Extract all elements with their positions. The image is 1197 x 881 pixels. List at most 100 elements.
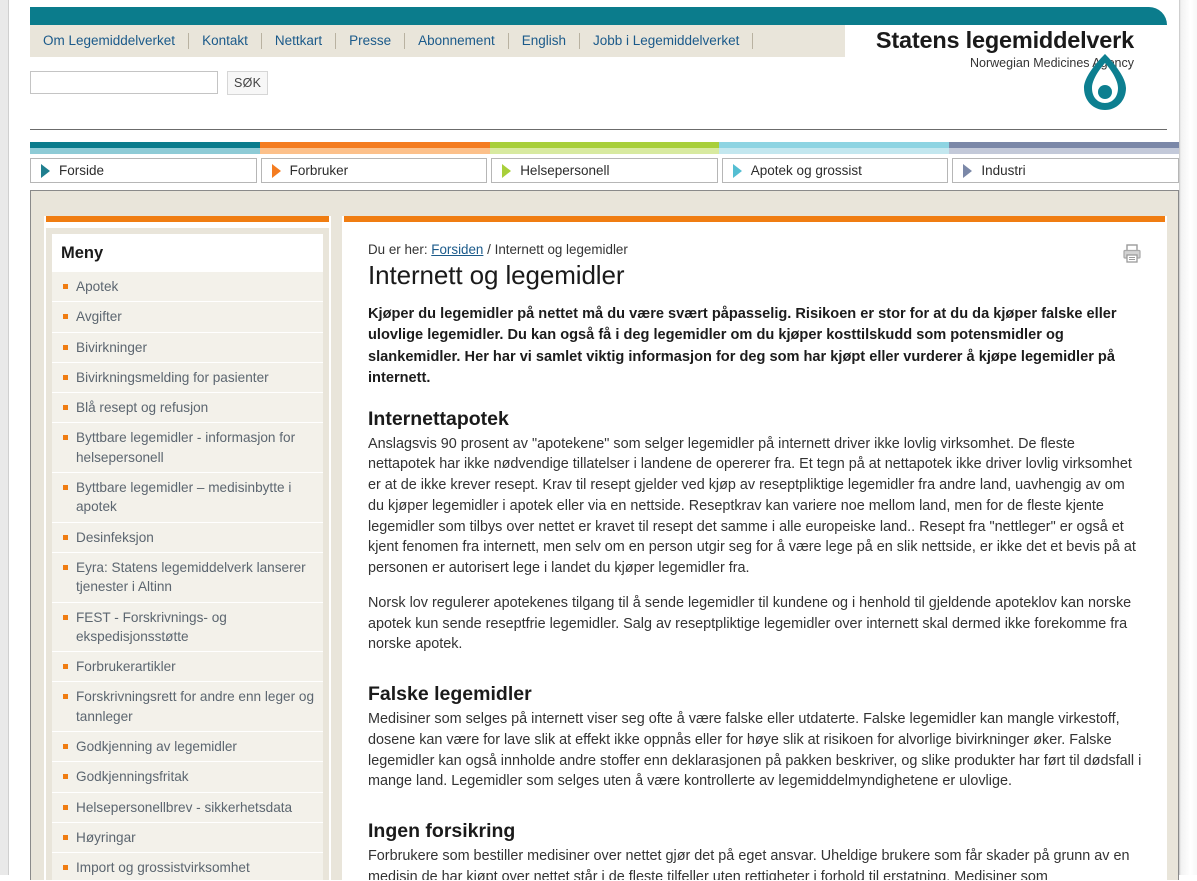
utility-link-4[interactable]: Abonnement xyxy=(405,25,508,57)
bullet-icon xyxy=(63,284,68,289)
sidebar-item-label: Helsepersonellbrev - sikkerhetsdata xyxy=(76,799,293,815)
sidebar-item-label: Blå resept og refusjon xyxy=(76,400,209,416)
page-content-frame: Om Legemiddelverket Kontakt Nettkart Presse… xyxy=(8,0,1180,881)
tab-label: Forbruker xyxy=(289,163,349,178)
browser-page: Om Legemiddelverket Kontakt Nettkart Presse… xyxy=(0,0,1197,881)
tab-color-light xyxy=(30,148,260,154)
utility-nav: Om Legemiddelverket Kontakt Nettkart Presse… xyxy=(30,25,754,57)
bullet-icon xyxy=(63,664,68,670)
sidebar-item-9[interactable]: FEST - Forskrivnings- og ekspedisjonsstø… xyxy=(52,602,323,653)
bullet-icon xyxy=(63,344,68,350)
tab-color-4 xyxy=(949,142,1179,154)
sidebar-item-13[interactable]: Godkjenningsfritak xyxy=(52,762,323,793)
tab-row: Forside Forbruker Helsepersonell Apotek og … xyxy=(30,158,1179,183)
sidebar-accent-bar xyxy=(46,216,329,222)
tab-helsepersonell[interactable]: Helsepersonell xyxy=(491,158,718,183)
breadcrumb-prefix: Du er her: xyxy=(368,242,428,257)
utility-link-5[interactable]: English xyxy=(509,25,579,57)
tab-forside[interactable]: Forside xyxy=(30,158,257,183)
sidebar-item-label: Bivirkninger xyxy=(76,339,148,355)
brand-title: Statens legemiddelverk xyxy=(875,27,1134,53)
search-button[interactable]: SØK xyxy=(227,71,269,95)
section-tabs: Forside Forbruker Helsepersonell Apotek og … xyxy=(30,142,1179,184)
sidebar-item-11[interactable]: Forskrivningsrett for andre enn leger og… xyxy=(52,682,323,733)
sidebar-item-5[interactable]: Byttbare legemidler - informasjon for he… xyxy=(52,423,323,474)
article-sections: Internettapotek Anslagsvis 90 prosent av … xyxy=(368,408,1144,880)
page-right-gutter xyxy=(1181,0,1197,875)
tab-color-light xyxy=(489,148,720,154)
breadcrumb-current: Internett og legemidler xyxy=(494,242,628,257)
sidebar-item-label: Forskrivningsrett for andre enn leger og… xyxy=(76,689,315,724)
utility-link-2[interactable]: Nettkart xyxy=(262,25,335,57)
section-heading-2: Ingen forsikring xyxy=(368,820,516,843)
section-0-paragraph-1: Norsk lov regulerer apotekenes tilgang t… xyxy=(368,594,1132,653)
sidebar-item-label: Eyra: Statens legemiddelverk lanserer tj… xyxy=(76,559,306,595)
bullet-icon xyxy=(63,405,68,411)
menu-heading: Meny xyxy=(52,234,323,272)
bullet-icon xyxy=(63,314,68,320)
sidebar-item-label: FEST - Forskrivnings- og ekspedisjonsstø… xyxy=(76,609,227,644)
sidebar-item-14[interactable]: Helsepersonellbrev - sikkerhetsdata xyxy=(52,792,323,823)
sidebar-item-15[interactable]: Høyringar xyxy=(52,822,323,854)
page-title: Internett og legemidler xyxy=(368,260,625,290)
utility-link-1[interactable]: Kontakt xyxy=(189,25,261,57)
tab-label: Forside xyxy=(59,163,105,178)
sidebar-item-label: Godkjenning av legemidler xyxy=(76,739,237,755)
tab-arrow-icon xyxy=(271,163,281,178)
tab-apotek-og-grossist[interactable]: Apotek og grossist xyxy=(721,158,949,183)
printer-icon[interactable] xyxy=(1121,242,1143,269)
tab-color-1 xyxy=(259,142,490,154)
sidebar-item-3[interactable]: Bivirkningsmelding for pasienter xyxy=(52,362,323,394)
tab-arrow-icon xyxy=(502,163,512,178)
main-accent-bar xyxy=(344,216,1165,222)
sidebar-item-label: Apotek xyxy=(76,279,119,294)
sidebar: Meny Apotek Avgifter Bivirkninger Bivirknin… xyxy=(44,216,331,881)
sidebar-item-12[interactable]: Godkjenning av legemidler xyxy=(52,732,323,763)
sidebar-item-8[interactable]: Eyra: Statens legemiddelverk lanserer tj… xyxy=(52,552,323,603)
tab-forbruker[interactable]: Forbruker xyxy=(260,158,488,183)
bullet-icon xyxy=(63,744,68,750)
sidebar-item-1[interactable]: Avgifter xyxy=(52,302,323,333)
sidebar-item-2[interactable]: Bivirkninger xyxy=(52,332,323,363)
tab-color-light xyxy=(719,148,950,154)
sidebar-item-6[interactable]: Byttbare legemidler – medisinbytte i apo… xyxy=(52,473,323,523)
sidebar-item-16[interactable]: Import og grossistvirksomhet xyxy=(52,853,323,880)
sidebar-item-7[interactable]: Desinfeksjon xyxy=(52,522,323,553)
section-heading-0: Internettapotek xyxy=(368,407,509,430)
sidebar-item-label: Byttbare legemidler – medisinbytte i apo… xyxy=(76,480,292,515)
section-heading-1: Falske legemidler xyxy=(368,683,532,706)
bullet-icon xyxy=(63,694,68,700)
bullet-icon xyxy=(63,485,68,491)
tab-arrow-icon xyxy=(732,163,742,178)
lead-paragraph: Kjøper du legemidler på nettet må du vær… xyxy=(368,306,1117,387)
tab-arrow-icon xyxy=(963,163,973,178)
main-panel: Du er her: Forsiden / Internett og legem… xyxy=(342,216,1167,881)
sidebar-item-0[interactable]: Apotek xyxy=(52,272,323,303)
sidebar-item-label: Godkjenningsfritak xyxy=(76,769,189,785)
search-input[interactable] xyxy=(30,71,218,94)
breadcrumb-home-link[interactable]: Forsiden xyxy=(431,242,483,257)
section-1-paragraph-0: Medisiner som selges på internett viser … xyxy=(368,711,1142,790)
tab-label: Apotek og grossist xyxy=(750,163,862,178)
tab-color-strip xyxy=(30,142,1179,154)
bullet-icon xyxy=(63,865,68,871)
utility-link-6[interactable]: Jobb i Legemiddelverket xyxy=(580,25,752,57)
sidebar-item-4[interactable]: Blå resept og refusjon xyxy=(52,393,323,424)
sidebar-body: Meny Apotek Avgifter Bivirkninger Bivirknin… xyxy=(46,228,329,880)
breadcrumb-separator: / xyxy=(487,242,491,257)
tab-industri[interactable]: Industri xyxy=(952,158,1179,183)
bullet-icon xyxy=(63,774,68,780)
utility-link-0[interactable]: Om Legemiddelverket xyxy=(30,25,188,57)
bullet-icon xyxy=(63,804,68,810)
tab-color-2 xyxy=(489,142,720,154)
site-search: SØK xyxy=(30,71,269,95)
bullet-icon xyxy=(63,435,68,441)
tab-label: Industri xyxy=(981,163,1026,178)
tab-color-light xyxy=(259,148,490,154)
section-0-paragraph-0: Anslagsvis 90 prosent av "apotekene" som… xyxy=(368,435,1136,577)
site-brand: Statens legemiddelverk Norwegian Medicin… xyxy=(875,27,1134,110)
bullet-icon xyxy=(63,614,68,620)
sidebar-item-10[interactable]: Forbrukerartikler xyxy=(52,652,323,683)
utility-link-3[interactable]: Presse xyxy=(336,25,404,57)
article: Du er her: Forsiden / Internett og legem… xyxy=(344,228,1165,880)
